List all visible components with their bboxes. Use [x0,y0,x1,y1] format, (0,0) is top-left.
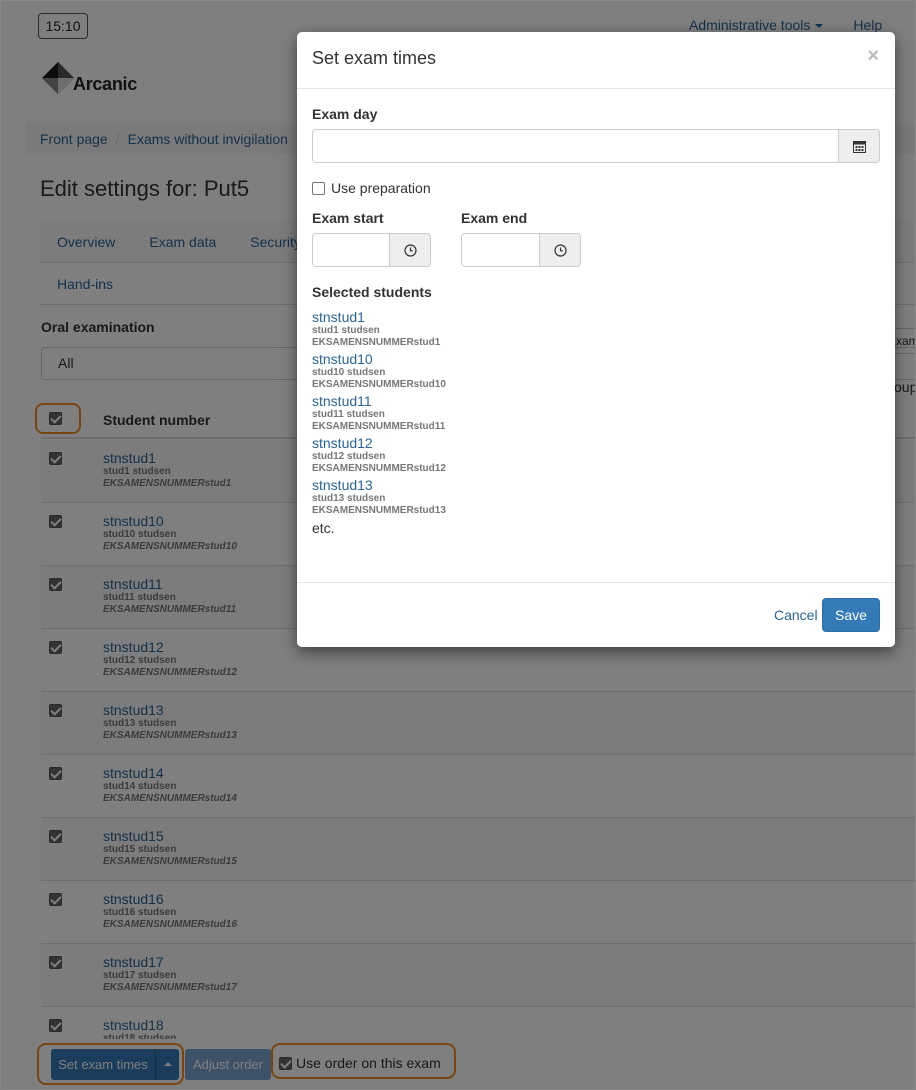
set-exam-times-dialog: Set exam times × Exam day Use preparatio… [297,32,895,647]
dialog-header: Set exam times × [297,32,895,89]
selected-student-exam: EKSAMENSNUMMERstud11 [312,421,446,432]
selected-student-link[interactable]: stnstud10 [312,351,446,367]
exam-end-label: Exam end [461,210,528,226]
use-preparation-toggle[interactable]: Use preparation [312,180,431,196]
use-preparation-checkbox[interactable] [312,181,325,195]
selected-student-exam: EKSAMENSNUMMERstud12 [312,463,446,474]
selected-student-exam: EKSAMENSNUMMERstud1 [312,337,441,348]
app-frame: 15:10 Administrative tools Help Arcanic … [0,0,916,1090]
selected-student-link[interactable]: stnstud1 [312,309,446,325]
selected-student-exam: EKSAMENSNUMMERstud10 [312,379,446,390]
selected-student-name: stud10 studsen [312,367,386,378]
close-icon[interactable]: × [867,45,879,68]
save-button[interactable]: Save [822,598,880,632]
list-item: stnstud11 stud11 studsen EKSAMENSNUMMERs… [312,393,446,433]
more-students-text: etc. [312,520,335,536]
exam-end-input[interactable] [461,233,540,267]
cancel-button[interactable]: Cancel [774,607,818,623]
selected-student-link[interactable]: stnstud13 [312,477,446,493]
selected-student-link[interactable]: stnstud11 [312,393,446,409]
list-item: stnstud10 stud10 studsen EKSAMENSNUMMERs… [312,351,446,391]
dialog-title: Set exam times [312,48,437,68]
selected-student-name: stud1 studsen [312,325,380,336]
use-preparation-label: Use preparation [331,180,431,196]
list-item: stnstud13 stud13 studsen EKSAMENSNUMMERs… [312,477,446,517]
selected-student-exam: EKSAMENSNUMMERstud13 [312,505,446,516]
exam-start-input[interactable] [312,233,390,267]
calendar-icon[interactable] [838,129,880,163]
selected-students-list: stnstud1 stud1 studsen EKSAMENSNUMMERstu… [312,309,446,536]
selected-student-name: stud13 studsen [312,493,386,504]
exam-day-label: Exam day [312,106,378,122]
selected-student-name: stud11 studsen [312,409,385,420]
selected-student-link[interactable]: stnstud12 [312,435,446,451]
exam-day-input[interactable] [312,129,839,163]
exam-start-label: Exam start [312,210,384,226]
list-item: stnstud1 stud1 studsen EKSAMENSNUMMERstu… [312,309,446,349]
list-item: stnstud12 stud12 studsen EKSAMENSNUMMERs… [312,435,446,475]
clock-icon[interactable] [539,233,581,267]
selected-student-name: stud12 studsen [312,451,386,462]
selected-students-label: Selected students [312,284,432,300]
clock-icon[interactable] [389,233,431,267]
